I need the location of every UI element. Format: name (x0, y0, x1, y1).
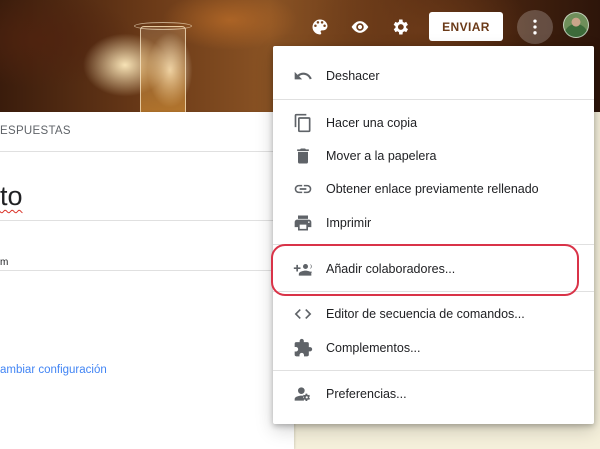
menu-item-print[interactable]: Imprimir (273, 207, 594, 239)
gear-icon[interactable] (385, 12, 415, 42)
menu-item-label: Editor de secuencia de comandos... (326, 307, 525, 321)
undo-icon (292, 65, 314, 87)
change-settings-link[interactable]: ambiar configuración (0, 364, 107, 376)
eye-icon[interactable] (345, 12, 375, 42)
palette-icon[interactable] (305, 12, 335, 42)
avatar[interactable] (563, 12, 589, 38)
menu-item-label: Obtener enlace previamente rellenado (326, 182, 539, 196)
menu-item-trash[interactable]: Mover a la papelera (273, 140, 594, 172)
menu-item-preferences[interactable]: Preferencias... (273, 378, 594, 410)
tab-divider (0, 151, 294, 152)
print-icon (292, 212, 314, 234)
form-description[interactable]: m (0, 257, 8, 268)
person-settings-icon (292, 383, 314, 405)
menu-item-label: Mover a la papelera (326, 149, 437, 163)
form-card (0, 112, 294, 449)
copy-icon (292, 112, 314, 134)
banner-glass (140, 26, 186, 112)
trash-icon (292, 145, 314, 167)
link-icon (292, 178, 314, 200)
menu-item-addons[interactable]: Complementos... (273, 332, 594, 364)
menu-item-copy[interactable]: Hacer una copia (273, 107, 594, 139)
menu-item-label: Complementos... (326, 341, 421, 355)
menu-item-label: Preferencias... (326, 387, 407, 401)
title-divider (0, 220, 294, 221)
code-icon (292, 303, 314, 325)
puzzle-icon (292, 337, 314, 359)
menu-item-undo[interactable]: Deshacer (273, 60, 594, 92)
menu-divider (273, 99, 594, 100)
form-title-text[interactable]: to (0, 181, 23, 211)
menu-item-script-editor[interactable]: Editor de secuencia de comandos... (273, 298, 594, 330)
send-button[interactable]: ENVIAR (429, 12, 503, 41)
highlight-annotation (271, 244, 579, 296)
tab-responses[interactable]: ESPUESTAS (0, 125, 71, 137)
more-options-menu: Deshacer Hacer una copia Mover a la pape… (273, 46, 594, 424)
description-divider (0, 270, 294, 271)
form-title[interactable]: to (0, 181, 23, 212)
more-vert-icon[interactable] (517, 10, 553, 44)
menu-item-label: Imprimir (326, 216, 372, 230)
menu-item-prefilled-link[interactable]: Obtener enlace previamente rellenado (273, 173, 594, 205)
menu-item-label: Hacer una copia (326, 116, 418, 130)
menu-divider (273, 370, 594, 371)
menu-item-label: Deshacer (326, 69, 380, 83)
